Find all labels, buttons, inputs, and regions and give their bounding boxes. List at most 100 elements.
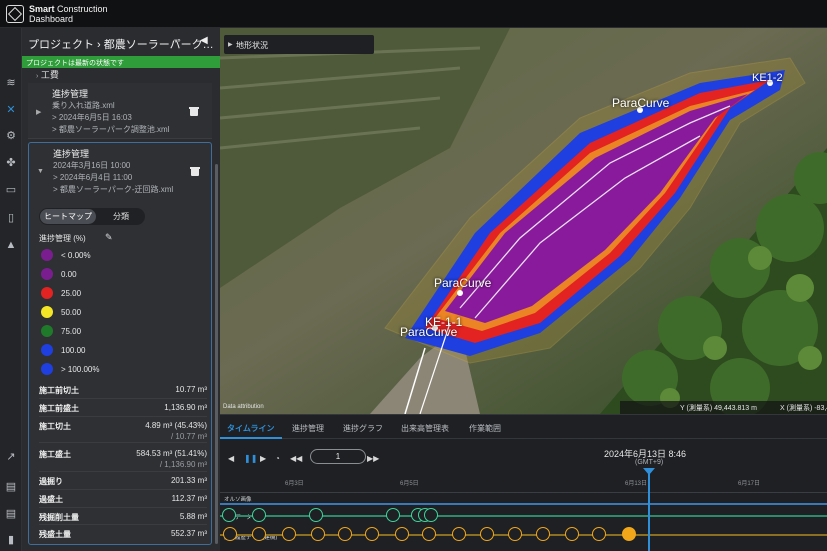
legend-title: 進捗管理 (%) [39,234,86,243]
collapse-panel-icon[interactable]: ◀ [200,35,208,46]
map-viewport[interactable]: ParaCurve KE1-2 ParaCurve KE-1-1 ParaCur… [220,28,827,414]
machine-marker[interactable] [395,527,409,541]
panel-scrollbar[interactable] [215,164,218,544]
stat-row: 過掘り 201.33 m³ [39,472,207,490]
project-status-text: プロジェクトは最新の状態です [26,60,124,67]
trash-icon[interactable] [189,107,199,116]
pointcloud-marker[interactable] [424,508,438,522]
machine-marker[interactable] [592,527,606,541]
pointcloud-marker[interactable] [309,508,323,522]
machine-icon[interactable]: ▲ [4,238,18,252]
gear-icon[interactable]: ⚙ [4,129,18,143]
toggle-classification[interactable]: 分類 [99,209,143,224]
machine-marker[interactable] [365,527,379,541]
skip-back-icon[interactable]: ◀ [228,454,234,463]
map-label-paracurve-top[interactable]: ParaCurve [612,96,669,110]
project-status-bar: プロジェクトは最新の状態です [22,56,220,68]
chevron-down-icon[interactable]: ▼ [37,168,44,175]
export-icon[interactable]: ↗ [4,450,18,464]
machine-marker[interactable] [565,527,579,541]
pointcloud-marker[interactable] [386,508,400,522]
timeline-ruler[interactable]: 6月3日 6月5日 6月13日 6月17日 [220,473,827,493]
stat-row: 残掘削土量 5.88 m³ [39,508,207,525]
tab-work-area[interactable]: 作業範囲 [469,423,501,434]
map-label-paracurve-mid[interactable]: ParaCurve [434,276,491,290]
pencil-icon[interactable]: ✎ [105,232,113,243]
stat-key: 残盛土量 [39,530,71,539]
machine-marker[interactable] [422,527,436,541]
trash-icon[interactable] [190,167,200,176]
machine-marker[interactable] [452,527,466,541]
project-header[interactable]: プロジェクト › 都農ソーラーパーク… ▾ ◀ [22,28,220,56]
legend-swatch [41,363,53,375]
machine-marker[interactable] [223,527,237,541]
previous-list-item[interactable]: › 工費 [36,68,59,81]
machine-marker[interactable] [536,527,550,541]
chevron-right-icon[interactable]: ▶ [228,41,233,48]
rewind-icon[interactable]: ◀◀ [290,454,302,463]
stat-key: 施工盛土 [39,450,71,459]
machine-marker[interactable] [311,527,325,541]
app-brand: Smart Construction Dashboard [29,4,108,24]
pointcloud-marker[interactable] [222,508,236,522]
coord-x: X (測量系) -83,42 [780,405,827,412]
fast-forward-icon[interactable]: ▶▶ [367,454,379,463]
side-panel: プロジェクト › 都農ソーラーパーク… ▾ ◀ プロジェクトは最新の状態です ›… [22,28,220,551]
chevron-down-icon[interactable]: ▾ [174,37,178,45]
machine-marker[interactable] [282,527,296,541]
machine-marker[interactable] [480,527,494,541]
layers-icon[interactable]: ≋ [4,76,18,90]
legend-label: 100.00 [61,346,86,355]
toggle-heatmap[interactable]: ヒートマップ [40,209,96,224]
machine-marker-selected[interactable] [622,527,636,541]
report-icon[interactable]: ▤ [4,480,18,494]
report2-icon[interactable]: ▤ [4,507,18,521]
stat-row: 施工前切土 10.77 m³ [39,381,207,399]
drone-icon[interactable]: ✤ [4,156,18,170]
legend-swatch [41,249,53,261]
stat-value: 112.37 m³ [171,494,207,503]
map-label-paracurve-bottom[interactable]: ParaCurve [400,325,457,339]
progress-card-1[interactable]: ▶ 進捗管理 乗り入れ道路.xml > 2024年6月5日 16:03 > 都農… [28,83,212,139]
view-toggle[interactable]: ヒートマップ 分類 [39,208,145,225]
play-icon[interactable]: ▶ [260,454,266,463]
card-line-1: 2024年3月16日 10:00 [53,161,131,170]
step-input[interactable]: 1 [310,449,366,464]
previous-list-item-label: 工費 [40,70,59,80]
progress-card-2[interactable]: ▼ 進捗管理 2024年3月16日 10:00 > 2024年6月4日 11:0… [28,142,212,545]
brand-bold: Smart [29,4,55,14]
tick-label: 6月5日 [400,481,419,487]
legend-label: < 0.00% [61,251,91,260]
clock-icon[interactable]: ◔ [275,454,280,463]
chevron-right-icon[interactable]: ▶ [36,108,41,116]
stat-key: 過盛土 [39,495,63,504]
device-icon[interactable]: ▯ [4,211,18,225]
document-icon[interactable]: ▮ [4,533,18,547]
terrain-toolbar[interactable]: ▶ 地形状況 [224,35,374,54]
playhead-line[interactable] [648,471,650,551]
stat-value: 1,136.90 m³ [164,403,207,412]
card-line-2: > 2024年6月5日 16:03 [52,113,132,122]
tab-progress[interactable]: 進捗管理 [292,423,324,434]
chevron-right-icon: › [36,73,39,80]
folder-icon[interactable]: ▭ [4,183,18,197]
tick-label: 6月13日 [625,481,648,487]
survey-point-marker [457,290,463,296]
data-attribution[interactable]: Data attribution [223,404,264,410]
tab-volume-table[interactable]: 出来高管理表 [401,423,449,434]
machine-marker[interactable] [338,527,352,541]
legend-label: 75.00 [61,327,82,336]
terrain-label[interactable]: 地形状況 [236,40,268,51]
tools-icon[interactable]: ✕ [4,103,18,117]
heatmap-scene [220,28,827,414]
pointcloud-marker[interactable] [252,508,266,522]
pause-icon[interactable]: ❚❚ [244,454,257,463]
project-breadcrumb[interactable]: プロジェクト › 都農ソーラーパーク… [28,36,214,52]
machine-marker[interactable] [252,527,266,541]
tab-timeline[interactable]: タイムライン [227,423,274,434]
machine-marker[interactable] [508,527,522,541]
card-line-3: > 都農ソーラーパーク-迂回路.xml [53,185,174,194]
map-label-ke1-2[interactable]: KE1-2 [752,72,783,84]
card-line-1: 乗り入れ道路.xml [52,101,115,110]
tab-progress-graph[interactable]: 進捗グラフ [343,423,383,434]
